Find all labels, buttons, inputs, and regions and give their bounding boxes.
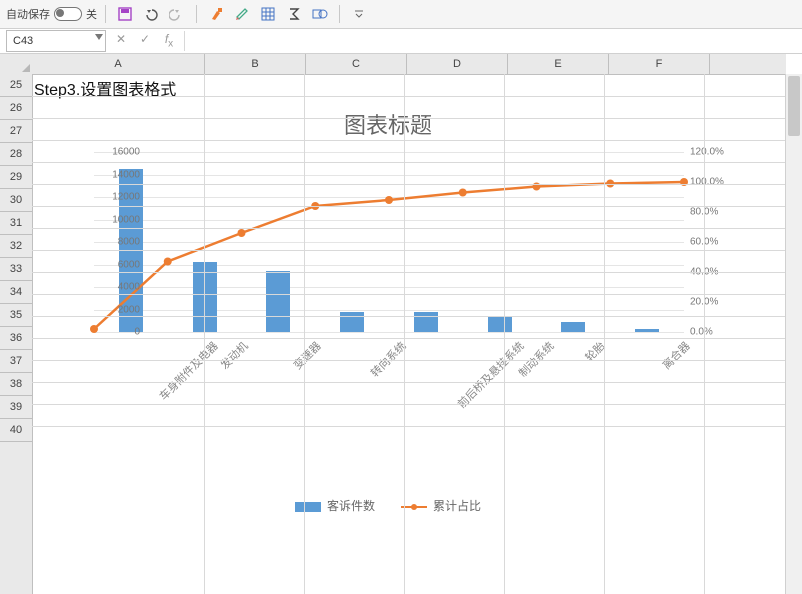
x-tick-label: 前后桥及悬挂系统 (454, 338, 528, 412)
save-button[interactable] (114, 3, 136, 25)
x-tick-label: 变速器 (290, 338, 325, 373)
row-header[interactable]: 25 (0, 74, 32, 97)
name-box-value: C43 (13, 35, 33, 47)
y-left-tick: 12000 (96, 192, 140, 203)
row-header[interactable]: 32 (0, 235, 32, 258)
row-header[interactable]: 26 (0, 97, 32, 120)
legend-item-line: 累计占比 (401, 497, 481, 514)
chart-title: 图表标题 (38, 108, 738, 140)
shapes-button[interactable] (309, 3, 331, 25)
x-tick-label: 离合器 (659, 338, 694, 373)
y-right-tick: 120.0% (690, 147, 724, 158)
column-headers: ABCDEF (32, 54, 786, 75)
autosave-toggle[interactable]: 自动保存 关 (6, 6, 97, 22)
column-header[interactable]: E (508, 54, 609, 74)
y-left-tick: 0 (96, 327, 140, 338)
scrollbar-thumb[interactable] (788, 76, 800, 136)
row-header[interactable]: 38 (0, 373, 32, 396)
cancel-formula-icon[interactable]: ✕ (114, 32, 128, 49)
x-tick-label: 发动机 (216, 338, 251, 373)
row-header[interactable]: 36 (0, 327, 32, 350)
formula-bar-row: C43 ✕ ✓ fx (0, 29, 802, 54)
plot-area (94, 152, 684, 332)
autosum-button[interactable] (283, 3, 305, 25)
row-header[interactable]: 27 (0, 120, 32, 143)
column-header[interactable]: A (32, 54, 205, 74)
chart-legend: 客诉件数 累计占比 (38, 497, 738, 514)
row-header[interactable]: 39 (0, 396, 32, 419)
row-header[interactable]: 29 (0, 166, 32, 189)
row-header[interactable]: 37 (0, 350, 32, 373)
y-left-tick: 2000 (96, 304, 140, 315)
autosave-label: 自动保存 (6, 6, 50, 22)
y-left-tick: 6000 (96, 259, 140, 270)
y-left-tick: 14000 (96, 169, 140, 180)
cells-area[interactable]: Step3.设置图表格式 图表标题 客诉件数 累计占比 020004000600… (32, 74, 786, 594)
y-right-tick: 100.0% (690, 177, 724, 188)
y-left-tick: 10000 (96, 214, 140, 225)
row-header[interactable]: 34 (0, 281, 32, 304)
separator (105, 5, 106, 23)
format-painter-button[interactable] (205, 3, 227, 25)
formula-input[interactable] (184, 31, 802, 51)
undo-button[interactable] (140, 3, 162, 25)
x-tick-label: 车身附件及电器 (155, 338, 221, 404)
autosave-state: 关 (86, 6, 97, 22)
y-left-tick: 8000 (96, 237, 140, 248)
row-header[interactable]: 30 (0, 189, 32, 212)
column-header[interactable]: D (407, 54, 508, 74)
column-header[interactable]: B (205, 54, 306, 74)
spreadsheet-grid: ABCDEF 25262728293031323334353637383940 … (0, 54, 802, 594)
vertical-scrollbar[interactable] (785, 74, 802, 594)
select-all-corner[interactable] (0, 54, 33, 75)
table-button[interactable] (257, 3, 279, 25)
chevron-down-icon (95, 34, 103, 40)
quick-access-toolbar: 自动保存 关 (0, 0, 802, 29)
bar-swatch-icon (295, 502, 321, 512)
row-header[interactable]: 28 (0, 143, 32, 166)
redo-button[interactable] (166, 3, 188, 25)
customize-toolbar-button[interactable] (348, 3, 370, 25)
y-left-tick: 16000 (96, 147, 140, 158)
clear-button[interactable] (231, 3, 253, 25)
row-header[interactable]: 35 (0, 304, 32, 327)
row-header[interactable]: 40 (0, 419, 32, 442)
fx-icon[interactable]: fx (162, 32, 176, 49)
row-header[interactable]: 31 (0, 212, 32, 235)
formula-bar: ✕ ✓ fx (106, 29, 802, 53)
y-left-tick: 4000 (96, 282, 140, 293)
legend-item-bar: 客诉件数 (295, 497, 375, 514)
embedded-chart[interactable]: 图表标题 客诉件数 累计占比 0 2000 4000 6000 8000 10000 120… (38, 100, 738, 520)
column-header[interactable]: C (306, 54, 407, 74)
row-header[interactable]: 33 (0, 258, 32, 281)
separator (196, 5, 197, 23)
row-headers: 25262728293031323334353637383940 (0, 74, 33, 594)
separator (339, 5, 340, 23)
y-right-tick: 0.0% (690, 327, 713, 338)
accept-formula-icon[interactable]: ✓ (138, 32, 152, 49)
name-box[interactable]: C43 (6, 30, 106, 52)
toggle-icon (54, 7, 82, 21)
column-header[interactable]: F (609, 54, 710, 74)
